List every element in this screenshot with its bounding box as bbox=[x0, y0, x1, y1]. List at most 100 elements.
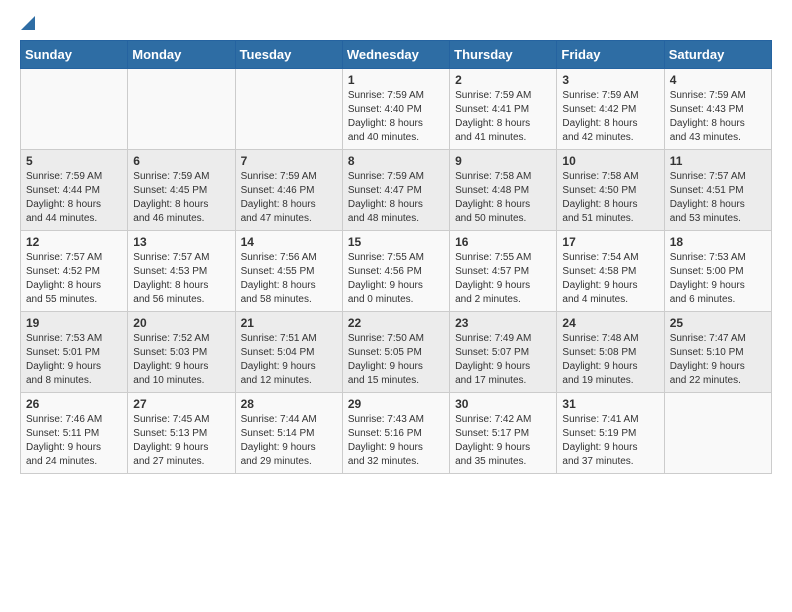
day-info: Sunrise: 7:50 AMSunset: 5:05 PMDaylight:… bbox=[348, 332, 444, 388]
day-number: 16 bbox=[455, 235, 551, 249]
logo-icon bbox=[21, 16, 35, 30]
day-number: 1 bbox=[348, 73, 444, 87]
day-info: Sunrise: 7:59 AMSunset: 4:42 PMDaylight:… bbox=[562, 89, 658, 145]
day-info: Sunrise: 7:42 AMSunset: 5:17 PMDaylight:… bbox=[455, 413, 551, 469]
week-row-5: 26 Sunrise: 7:46 AMSunset: 5:11 PMDayligh… bbox=[21, 393, 772, 474]
day-cell: 5 Sunrise: 7:59 AMSunset: 4:44 PMDaylight… bbox=[21, 150, 128, 231]
day-cell: 21 Sunrise: 7:51 AMSunset: 5:04 PMDayligh… bbox=[235, 312, 342, 393]
day-of-week-monday: Monday bbox=[128, 41, 235, 69]
day-info: Sunrise: 7:59 AMSunset: 4:43 PMDaylight:… bbox=[670, 89, 766, 145]
day-number: 25 bbox=[670, 316, 766, 330]
day-number: 20 bbox=[133, 316, 229, 330]
day-cell: 17 Sunrise: 7:54 AMSunset: 4:58 PMDayligh… bbox=[557, 231, 664, 312]
day-of-week-saturday: Saturday bbox=[664, 41, 771, 69]
day-number: 17 bbox=[562, 235, 658, 249]
day-info: Sunrise: 7:55 AMSunset: 4:57 PMDaylight:… bbox=[455, 251, 551, 307]
day-info: Sunrise: 7:58 AMSunset: 4:48 PMDaylight:… bbox=[455, 170, 551, 226]
day-cell: 1 Sunrise: 7:59 AMSunset: 4:40 PMDaylight… bbox=[342, 69, 449, 150]
day-of-week-friday: Friday bbox=[557, 41, 664, 69]
day-info: Sunrise: 7:59 AMSunset: 4:41 PMDaylight:… bbox=[455, 89, 551, 145]
day-cell: 18Sunrise: 7:53 AMSunset: 5:00 PMDayligh… bbox=[664, 231, 771, 312]
day-number: 12 bbox=[26, 235, 122, 249]
day-of-week-wednesday: Wednesday bbox=[342, 41, 449, 69]
day-number: 5 bbox=[26, 154, 122, 168]
day-cell: 12Sunrise: 7:57 AMSunset: 4:52 PMDayligh… bbox=[21, 231, 128, 312]
day-info: Sunrise: 7:44 AMSunset: 5:14 PMDaylight:… bbox=[241, 413, 337, 469]
day-cell: 30Sunrise: 7:42 AMSunset: 5:17 PMDayligh… bbox=[450, 393, 557, 474]
day-cell: 24Sunrise: 7:48 AMSunset: 5:08 PMDayligh… bbox=[557, 312, 664, 393]
day-number: 13 bbox=[133, 235, 229, 249]
day-info: Sunrise: 7:46 AMSunset: 5:11 PMDaylight:… bbox=[26, 413, 122, 469]
day-cell: 22 Sunrise: 7:50 AMSunset: 5:05 PMDayligh… bbox=[342, 312, 449, 393]
day-cell: 9 Sunrise: 7:58 AMSunset: 4:48 PMDaylight… bbox=[450, 150, 557, 231]
header bbox=[20, 16, 772, 30]
day-cell: 25Sunrise: 7:47 AMSunset: 5:10 PMDayligh… bbox=[664, 312, 771, 393]
day-info: Sunrise: 7:51 AMSunset: 5:04 PMDaylight:… bbox=[241, 332, 337, 388]
day-number: 9 bbox=[455, 154, 551, 168]
day-cell: 2 Sunrise: 7:59 AMSunset: 4:41 PMDaylight… bbox=[450, 69, 557, 150]
day-info: Sunrise: 7:56 AMSunset: 4:55 PMDaylight:… bbox=[241, 251, 337, 307]
day-number: 26 bbox=[26, 397, 122, 411]
day-info: Sunrise: 7:53 AMSunset: 5:00 PMDaylight:… bbox=[670, 251, 766, 307]
day-number: 4 bbox=[670, 73, 766, 87]
day-number: 15 bbox=[348, 235, 444, 249]
day-info: Sunrise: 7:43 AMSunset: 5:16 PMDaylight:… bbox=[348, 413, 444, 469]
day-cell: 20 Sunrise: 7:52 AMSunset: 5:03 PMDayligh… bbox=[128, 312, 235, 393]
day-cell: 4 Sunrise: 7:59 AMSunset: 4:43 PMDaylight… bbox=[664, 69, 771, 150]
day-info: Sunrise: 7:57 AMSunset: 4:51 PMDaylight:… bbox=[670, 170, 766, 226]
day-info: Sunrise: 7:53 AMSunset: 5:01 PMDaylight:… bbox=[26, 332, 122, 388]
day-number: 8 bbox=[348, 154, 444, 168]
week-row-2: 5 Sunrise: 7:59 AMSunset: 4:44 PMDaylight… bbox=[21, 150, 772, 231]
day-number: 31 bbox=[562, 397, 658, 411]
day-cell: 3Sunrise: 7:59 AMSunset: 4:42 PMDaylight… bbox=[557, 69, 664, 150]
day-cell: 29 Sunrise: 7:43 AMSunset: 5:16 PMDayligh… bbox=[342, 393, 449, 474]
day-info: Sunrise: 7:59 AMSunset: 4:40 PMDaylight:… bbox=[348, 89, 444, 145]
day-number: 23 bbox=[455, 316, 551, 330]
day-cell: 16 Sunrise: 7:55 AMSunset: 4:57 PMDayligh… bbox=[450, 231, 557, 312]
day-info: Sunrise: 7:45 AMSunset: 5:13 PMDaylight:… bbox=[133, 413, 229, 469]
day-number: 11 bbox=[670, 154, 766, 168]
day-cell: 19Sunrise: 7:53 AMSunset: 5:01 PMDayligh… bbox=[21, 312, 128, 393]
day-of-week-thursday: Thursday bbox=[450, 41, 557, 69]
day-cell bbox=[235, 69, 342, 150]
day-info: Sunrise: 7:59 AMSunset: 4:45 PMDaylight:… bbox=[133, 170, 229, 226]
day-info: Sunrise: 7:54 AMSunset: 4:58 PMDaylight:… bbox=[562, 251, 658, 307]
day-cell: 27 Sunrise: 7:45 AMSunset: 5:13 PMDayligh… bbox=[128, 393, 235, 474]
week-row-3: 12Sunrise: 7:57 AMSunset: 4:52 PMDayligh… bbox=[21, 231, 772, 312]
day-cell: 14 Sunrise: 7:56 AMSunset: 4:55 PMDayligh… bbox=[235, 231, 342, 312]
day-cell: 10 Sunrise: 7:58 AMSunset: 4:50 PMDayligh… bbox=[557, 150, 664, 231]
day-info: Sunrise: 7:57 AMSunset: 4:53 PMDaylight:… bbox=[133, 251, 229, 307]
day-cell: 6Sunrise: 7:59 AMSunset: 4:45 PMDaylight… bbox=[128, 150, 235, 231]
day-number: 29 bbox=[348, 397, 444, 411]
day-cell: 13 Sunrise: 7:57 AMSunset: 4:53 PMDayligh… bbox=[128, 231, 235, 312]
day-cell: 15Sunrise: 7:55 AMSunset: 4:56 PMDayligh… bbox=[342, 231, 449, 312]
day-cell: 31 Sunrise: 7:41 AMSunset: 5:19 PMDayligh… bbox=[557, 393, 664, 474]
calendar-header-row: SundayMondayTuesdayWednesdayThursdayFrid… bbox=[21, 41, 772, 69]
day-of-week-tuesday: Tuesday bbox=[235, 41, 342, 69]
day-info: Sunrise: 7:59 AMSunset: 4:44 PMDaylight:… bbox=[26, 170, 122, 226]
day-number: 10 bbox=[562, 154, 658, 168]
day-number: 27 bbox=[133, 397, 229, 411]
day-info: Sunrise: 7:58 AMSunset: 4:50 PMDaylight:… bbox=[562, 170, 658, 226]
day-info: Sunrise: 7:59 AMSunset: 4:47 PMDaylight:… bbox=[348, 170, 444, 226]
day-info: Sunrise: 7:41 AMSunset: 5:19 PMDaylight:… bbox=[562, 413, 658, 469]
day-number: 2 bbox=[455, 73, 551, 87]
day-info: Sunrise: 7:52 AMSunset: 5:03 PMDaylight:… bbox=[133, 332, 229, 388]
calendar-table: SundayMondayTuesdayWednesdayThursdayFrid… bbox=[20, 40, 772, 474]
day-number: 24 bbox=[562, 316, 658, 330]
day-cell: 11 Sunrise: 7:57 AMSunset: 4:51 PMDayligh… bbox=[664, 150, 771, 231]
day-cell: 23 Sunrise: 7:49 AMSunset: 5:07 PMDayligh… bbox=[450, 312, 557, 393]
day-number: 28 bbox=[241, 397, 337, 411]
day-cell bbox=[21, 69, 128, 150]
day-number: 14 bbox=[241, 235, 337, 249]
day-number: 21 bbox=[241, 316, 337, 330]
page: SundayMondayTuesdayWednesdayThursdayFrid… bbox=[0, 0, 792, 490]
day-cell bbox=[664, 393, 771, 474]
day-number: 22 bbox=[348, 316, 444, 330]
day-info: Sunrise: 7:49 AMSunset: 5:07 PMDaylight:… bbox=[455, 332, 551, 388]
day-info: Sunrise: 7:59 AMSunset: 4:46 PMDaylight:… bbox=[241, 170, 337, 226]
week-row-1: 1 Sunrise: 7:59 AMSunset: 4:40 PMDaylight… bbox=[21, 69, 772, 150]
day-cell: 26 Sunrise: 7:46 AMSunset: 5:11 PMDayligh… bbox=[21, 393, 128, 474]
day-of-week-sunday: Sunday bbox=[21, 41, 128, 69]
week-row-4: 19Sunrise: 7:53 AMSunset: 5:01 PMDayligh… bbox=[21, 312, 772, 393]
